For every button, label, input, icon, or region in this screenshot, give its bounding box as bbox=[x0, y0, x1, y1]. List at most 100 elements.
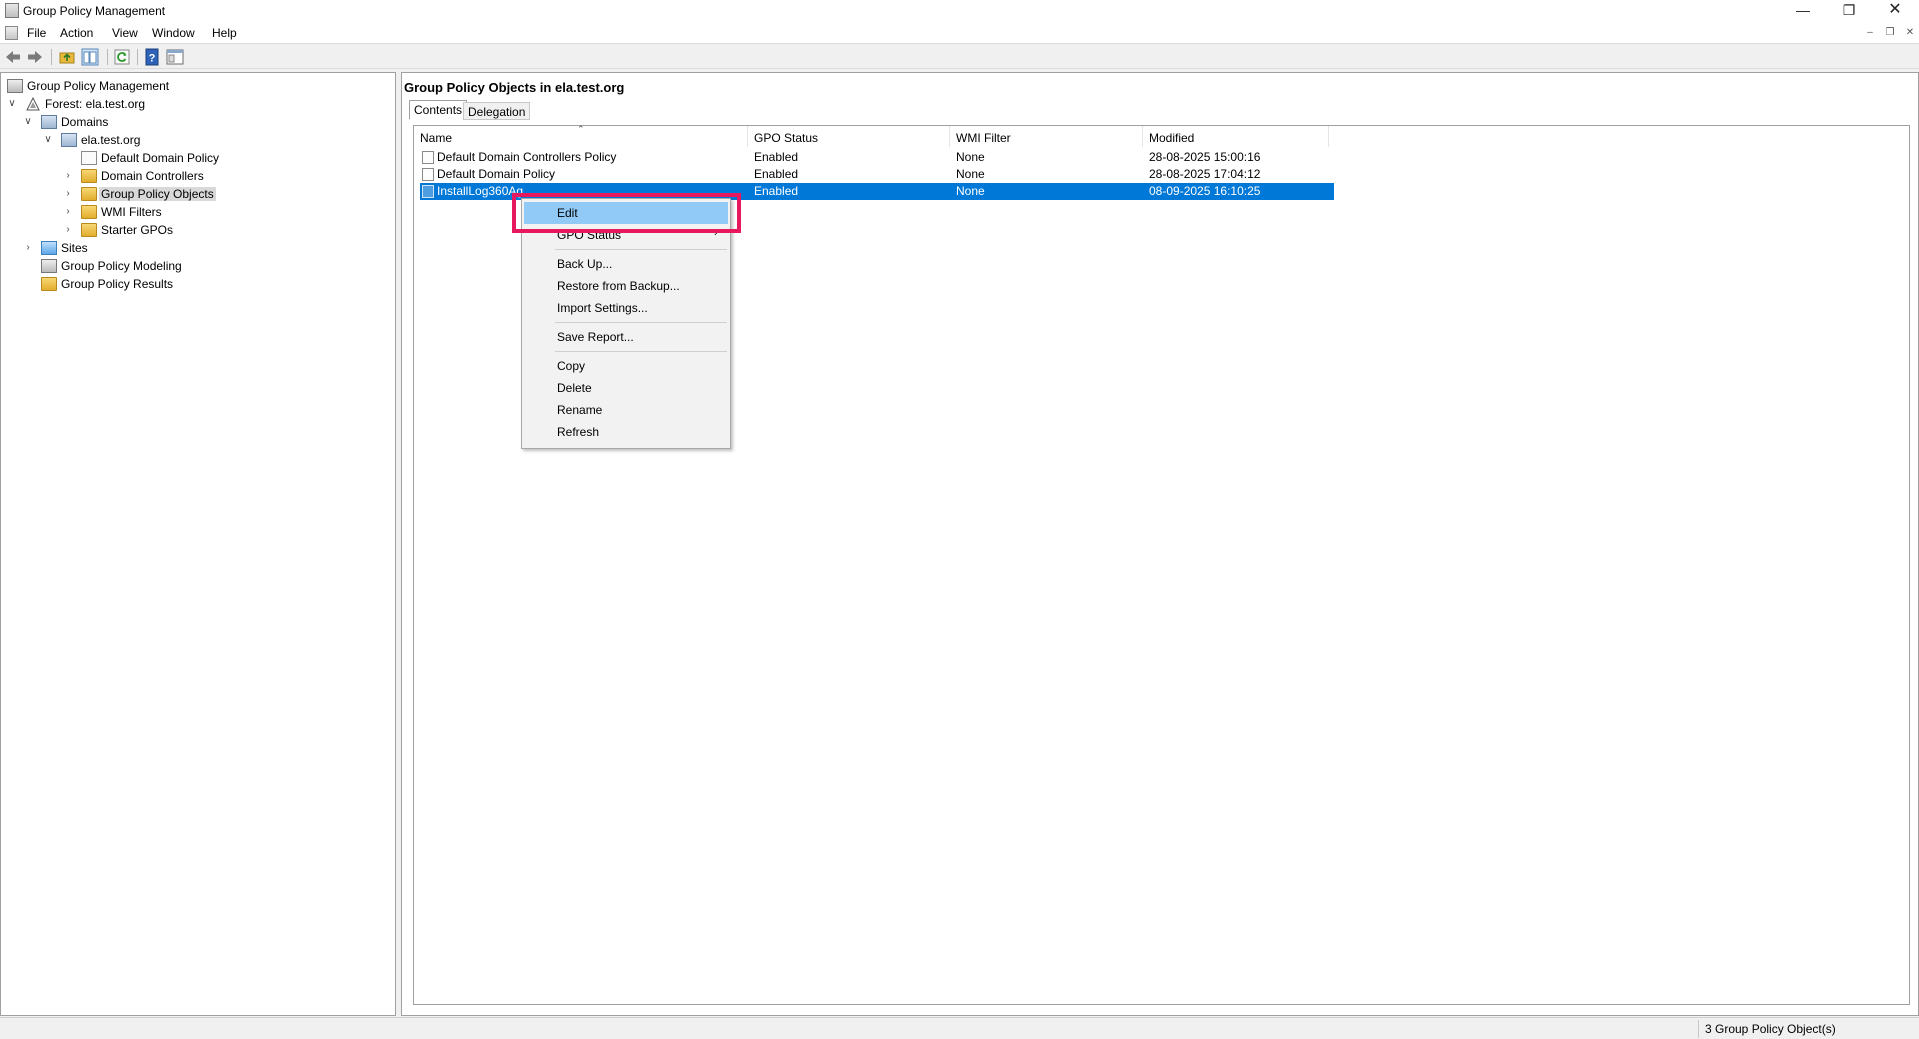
app-window: Group Policy Management — ❐ ✕ File Actio… bbox=[0, 0, 1919, 1039]
menu-view[interactable]: View bbox=[112, 26, 138, 40]
menu-item-restore[interactable]: Restore from Backup... bbox=[524, 275, 728, 297]
toolbar-separator bbox=[137, 49, 138, 65]
column-header-gpo-status[interactable]: GPO Status bbox=[748, 126, 950, 147]
toolbar-separator bbox=[51, 49, 52, 65]
gpo-icon bbox=[422, 151, 434, 164]
minimize-button[interactable]: — bbox=[1780, 0, 1826, 22]
column-header-name[interactable]: Name bbox=[414, 126, 748, 147]
menu-item-back-up[interactable]: Back Up... bbox=[524, 253, 728, 275]
cell-wmi: None bbox=[956, 167, 985, 181]
tab-delegation[interactable]: Delegation bbox=[463, 102, 531, 120]
up-folder-icon[interactable] bbox=[58, 48, 76, 66]
menu-separator bbox=[555, 249, 727, 250]
menu-item-refresh[interactable]: Refresh bbox=[524, 421, 728, 443]
chevron-right-icon[interactable]: › bbox=[63, 223, 73, 237]
help-icon[interactable]: ? bbox=[143, 48, 161, 66]
gpm-root-icon bbox=[7, 79, 23, 93]
chevron-right-icon[interactable]: › bbox=[63, 169, 73, 183]
mdi-restore-icon[interactable]: ❐ bbox=[1883, 27, 1897, 40]
column-header-wmi-filter[interactable]: WMI Filter bbox=[950, 126, 1143, 147]
menu-item-copy[interactable]: Copy bbox=[524, 355, 728, 377]
gpm-app-icon bbox=[5, 3, 19, 18]
menu-help[interactable]: Help bbox=[212, 26, 237, 40]
tree-label: Default Domain Policy bbox=[101, 151, 220, 165]
back-arrow-icon[interactable] bbox=[4, 48, 22, 66]
menu-item-label: Copy bbox=[557, 359, 586, 373]
status-count: 3 Group Policy Object(s) bbox=[1698, 1020, 1918, 1038]
chevron-down-icon[interactable]: ∨ bbox=[43, 133, 53, 147]
cell-status: Enabled bbox=[754, 184, 799, 198]
tree-label: Sites bbox=[61, 241, 88, 255]
menu-action[interactable]: Action bbox=[60, 26, 93, 40]
tree-label: Domain Controllers bbox=[101, 169, 204, 183]
cell-status: Enabled bbox=[754, 150, 799, 164]
properties-icon[interactable] bbox=[166, 48, 184, 66]
restore-button[interactable]: ❐ bbox=[1826, 0, 1872, 22]
cell-wmi: None bbox=[956, 184, 985, 198]
highlight-annotation bbox=[512, 193, 741, 233]
domains-icon bbox=[41, 115, 57, 129]
mdi-minimize-icon[interactable]: – bbox=[1863, 27, 1877, 40]
forward-arrow-icon[interactable] bbox=[26, 48, 44, 66]
tree-label: Starter GPOs bbox=[101, 223, 174, 237]
tree-label: ela.test.org bbox=[81, 133, 141, 147]
chevron-right-icon[interactable]: › bbox=[23, 241, 33, 255]
gpo-icon bbox=[422, 168, 434, 181]
gpo-folder-icon bbox=[81, 187, 97, 201]
tree-label: Group Policy Results bbox=[61, 277, 174, 291]
list-header: ⌃ Name GPO Status WMI Filter Modified bbox=[414, 124, 1909, 147]
chevron-right-icon[interactable]: › bbox=[63, 205, 73, 219]
cell-name: Default Domain Controllers Policy bbox=[437, 150, 617, 164]
cell-modified: 28-08-2025 17:04:12 bbox=[1149, 167, 1261, 181]
title-bar: Group Policy Management — ❐ ✕ bbox=[0, 0, 1919, 22]
wmi-folder-icon bbox=[81, 205, 97, 219]
menu-item-rename[interactable]: Rename bbox=[524, 399, 728, 421]
tree-label: Group Policy Modeling bbox=[61, 259, 182, 273]
domain-icon bbox=[61, 133, 77, 147]
column-header-modified[interactable]: Modified bbox=[1143, 126, 1329, 147]
chevron-down-icon[interactable]: ∨ bbox=[23, 115, 33, 129]
toolbar: ? bbox=[0, 45, 1919, 69]
results-icon bbox=[41, 277, 57, 291]
context-menu: Edit GPO Status › Back Up... Restore fro… bbox=[521, 198, 731, 449]
status-bar: 3 Group Policy Object(s) bbox=[0, 1017, 1919, 1039]
menu-item-delete[interactable]: Delete bbox=[524, 377, 728, 399]
menu-item-label: Refresh bbox=[557, 425, 600, 439]
menu-item-label: Import Settings... bbox=[557, 301, 648, 315]
table-row[interactable]: Default Domain Controllers Policy Enable… bbox=[420, 149, 1334, 166]
chevron-down-icon[interactable]: ∨ bbox=[7, 97, 17, 111]
forest-icon bbox=[26, 97, 40, 111]
window-title: Group Policy Management bbox=[23, 4, 166, 18]
tab-contents[interactable]: Contents bbox=[409, 100, 468, 120]
pane-title: Group Policy Objects in ela.test.org bbox=[404, 80, 625, 95]
close-button[interactable]: ✕ bbox=[1872, 0, 1918, 22]
menu-window[interactable]: Window bbox=[152, 26, 195, 40]
menu-item-label: Rename bbox=[557, 403, 603, 417]
table-row[interactable]: Default Domain Policy Enabled None 28-08… bbox=[420, 166, 1334, 183]
gpo-link-icon bbox=[81, 151, 97, 165]
ou-folder-icon bbox=[81, 169, 97, 183]
menu-bar: File Action View Window Help bbox=[0, 22, 1919, 44]
cell-status: Enabled bbox=[754, 167, 799, 181]
menu-file[interactable]: File bbox=[27, 26, 46, 40]
menu-item-label: Delete bbox=[557, 381, 592, 395]
tree-label: WMI Filters bbox=[101, 205, 162, 219]
toolbar-separator bbox=[107, 49, 108, 65]
sites-icon bbox=[41, 241, 57, 255]
system-menu-icon[interactable] bbox=[5, 26, 18, 40]
mdi-close-icon[interactable]: ✕ bbox=[1903, 27, 1917, 40]
chevron-right-icon[interactable]: › bbox=[63, 187, 73, 201]
menu-item-save-report[interactable]: Save Report... bbox=[524, 326, 728, 348]
menu-separator bbox=[555, 322, 727, 323]
svg-text:?: ? bbox=[149, 53, 156, 65]
modeling-icon bbox=[41, 259, 57, 273]
menu-item-import-settings[interactable]: Import Settings... bbox=[524, 297, 728, 319]
tree-label: Group Policy Objects bbox=[99, 187, 216, 201]
show-tree-icon[interactable] bbox=[81, 48, 99, 66]
console-tree: Group Policy Management ∨ Forest: ela.te… bbox=[0, 72, 396, 1016]
menu-item-label: Restore from Backup... bbox=[557, 279, 680, 293]
refresh-icon[interactable] bbox=[113, 48, 131, 66]
cell-name: Default Domain Policy bbox=[437, 167, 556, 181]
menu-separator bbox=[555, 351, 727, 352]
tree-label: Domains bbox=[61, 115, 109, 129]
